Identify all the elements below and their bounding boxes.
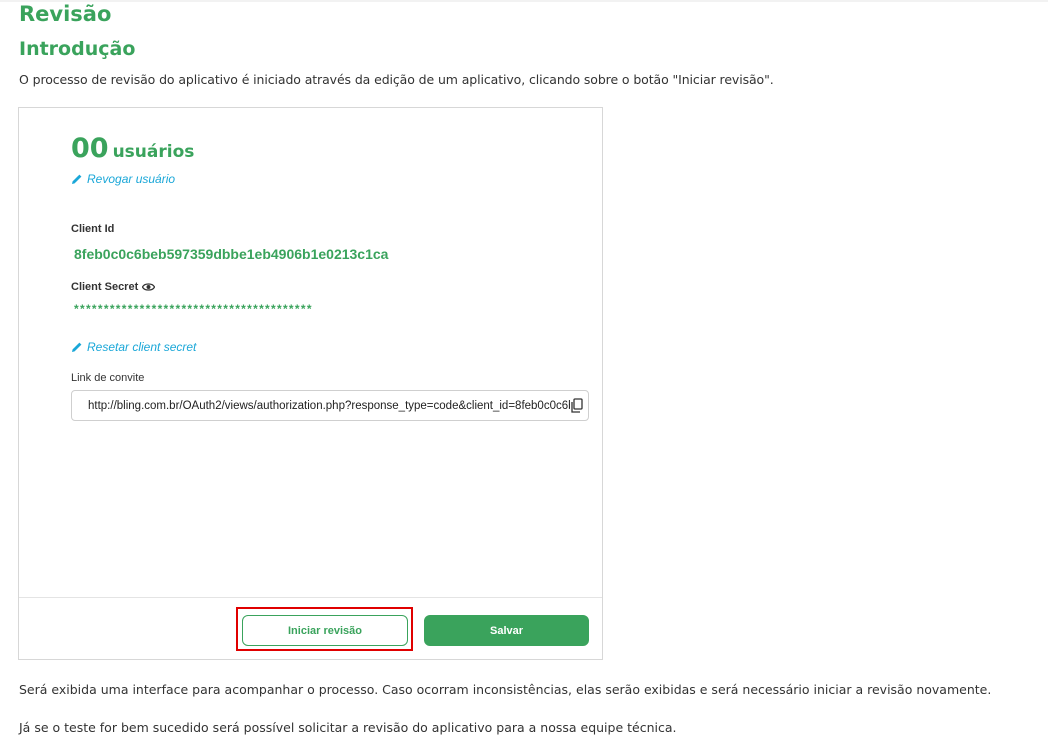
reset-secret-link[interactable]: Resetar client secret: [71, 340, 196, 354]
card-footer-divider: [19, 597, 602, 598]
pencil-icon: [72, 174, 82, 184]
client-secret-label: Client Secret: [71, 281, 139, 293]
users-count-unit: usuários: [112, 142, 195, 162]
client-secret-label-row: Client Secret: [71, 281, 156, 293]
invite-link-value: http://bling.com.br/OAuth2/views/authori…: [88, 399, 576, 412]
start-review-button[interactable]: Iniciar revisão: [242, 615, 408, 646]
revoke-user-link[interactable]: Revogar usuário: [71, 172, 175, 186]
section-title: Introdução: [19, 38, 136, 60]
save-button[interactable]: Salvar: [424, 615, 589, 646]
client-id-value: 8feb0c0c6beb597359dbbe1eb4906b1e0213c1ca: [74, 246, 389, 262]
description-paragraph-1: Será exibida uma interface para acompanh…: [19, 682, 992, 697]
invite-link-field[interactable]: http://bling.com.br/OAuth2/views/authori…: [71, 390, 589, 421]
intro-text: O processo de revisão do aplicativo é in…: [19, 72, 774, 87]
description-paragraph-2: Já se o teste for bem sucedido será poss…: [19, 720, 677, 735]
client-id-label: Client Id: [71, 223, 115, 235]
reset-secret-label: Resetar client secret: [87, 340, 197, 354]
users-count: 00 usuários: [71, 132, 194, 166]
pencil-icon: [72, 342, 82, 352]
copy-icon[interactable]: [570, 398, 584, 414]
client-secret-value: ****************************************: [74, 302, 313, 316]
invite-link-label: Link de convite: [71, 372, 145, 384]
app-card: 00 usuários Revogar usuário Client Id 8fe…: [18, 107, 603, 660]
users-count-number: 00: [71, 133, 109, 164]
page-title: Revisão: [19, 2, 112, 26]
top-divider: [0, 0, 1048, 2]
eye-icon[interactable]: [142, 282, 156, 292]
revoke-user-label: Revogar usuário: [87, 172, 176, 186]
